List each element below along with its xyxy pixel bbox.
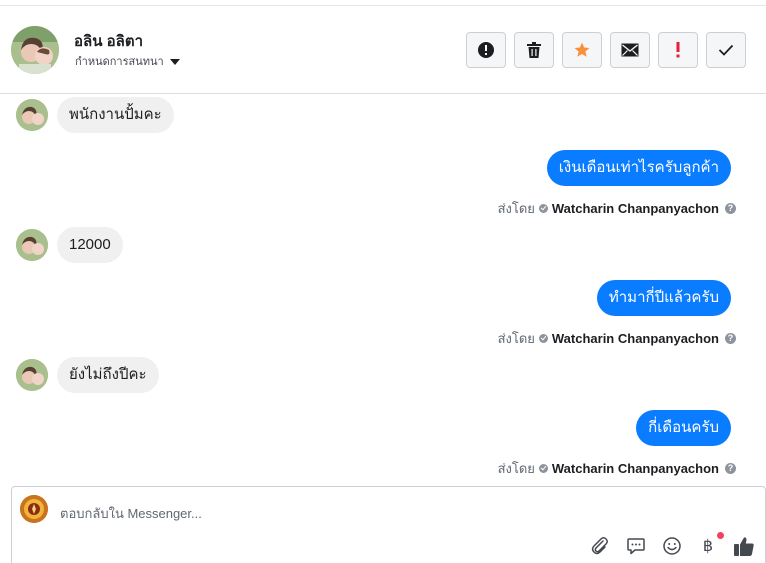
star-icon	[574, 42, 590, 57]
sent-by-label: ส่งโดย	[497, 331, 535, 346]
exclamation-circle-icon	[478, 42, 494, 58]
message-thread[interactable]: พนักงานปั้มคะ เงินเดือนเท่าไรครับลูกค้า …	[0, 95, 766, 481]
follow-up-button[interactable]	[658, 32, 698, 68]
incoming-bubble[interactable]: พนักงานปั้มคะ	[57, 97, 174, 133]
delete-button[interactable]	[514, 32, 554, 68]
notification-dot	[717, 532, 724, 539]
saved-reply-icon	[627, 538, 645, 555]
conversation-header: อลิน อลิตา กำหนดการสนทนา	[0, 6, 766, 94]
outgoing-message: ทำมากี่ปีแล้วครับ ส่งโดย Watcharin Chanp…	[498, 280, 736, 349]
incoming-bubble[interactable]: ยังไม่ถึงปีคะ	[57, 357, 159, 393]
incoming-message: ยังไม่ถึงปีคะ	[16, 357, 159, 393]
outgoing-message: เงินเดือนเท่าไรครับลูกค้า ส่งโดย Watchar…	[498, 150, 736, 219]
page-avatar	[20, 495, 48, 523]
assign-label: กำหนดการสนทนา	[75, 56, 164, 68]
outgoing-message: กี่เดือนครับ ส่งโดย Watcharin Chanpanyac…	[498, 410, 736, 479]
like-button[interactable]	[733, 535, 755, 557]
incoming-bubble[interactable]: 12000	[57, 227, 123, 263]
report-button[interactable]	[466, 32, 506, 68]
help-icon[interactable]: ?	[725, 463, 736, 474]
mark-done-button[interactable]	[706, 32, 746, 68]
mark-unread-button[interactable]	[610, 32, 650, 68]
check-circle-icon	[538, 204, 548, 213]
sender-name[interactable]: Watcharin Chanpanyachon	[552, 201, 719, 216]
outgoing-bubble[interactable]: ทำมากี่ปีแล้วครับ	[596, 280, 731, 316]
contact-avatar[interactable]	[11, 26, 59, 74]
help-icon[interactable]: ?	[725, 333, 736, 344]
contact-avatar-small	[16, 99, 48, 131]
emoji-icon	[663, 537, 681, 555]
emoji-button[interactable]	[661, 535, 683, 557]
assign-conversation-dropdown[interactable]: กำหนดการสนทนา	[75, 52, 180, 70]
check-circle-icon	[538, 464, 548, 473]
sent-by-line: ส่งโดย Watcharin Chanpanyachon ?	[498, 328, 736, 349]
conversation-actions	[466, 32, 746, 68]
sent-by-line: ส่งโดย Watcharin Chanpanyachon ?	[498, 198, 736, 219]
contact-avatar-small	[16, 229, 48, 261]
saved-replies-button[interactable]	[625, 535, 647, 557]
baht-payment-icon: ฿	[702, 536, 714, 555]
sent-by-label: ส่งโดย	[497, 461, 535, 476]
thumbs-up-icon	[734, 537, 754, 556]
payment-button[interactable]: ฿	[697, 532, 724, 557]
envelope-icon	[621, 43, 639, 57]
help-icon[interactable]: ?	[725, 203, 736, 214]
paperclip-icon	[591, 537, 608, 555]
checkmark-icon	[718, 44, 734, 56]
contact-name[interactable]: อลิน อลิตา	[74, 29, 143, 53]
red-exclamation-icon	[676, 42, 680, 58]
sender-name[interactable]: Watcharin Chanpanyachon	[552, 331, 719, 346]
trash-icon	[527, 42, 541, 58]
sent-by-line: ส่งโดย Watcharin Chanpanyachon ?	[498, 458, 736, 479]
sent-by-label: ส่งโดย	[497, 201, 535, 216]
incoming-message: 12000	[16, 227, 123, 263]
reply-input[interactable]: ตอบกลับใน Messenger...	[60, 503, 202, 524]
outgoing-bubble[interactable]: กี่เดือนครับ	[636, 410, 731, 446]
reply-composer: ตอบกลับใน Messenger... ฿	[11, 486, 766, 563]
star-button[interactable]	[562, 32, 602, 68]
contact-avatar-small	[16, 359, 48, 391]
check-circle-icon	[538, 334, 548, 343]
sender-name[interactable]: Watcharin Chanpanyachon	[552, 461, 719, 476]
attach-button[interactable]	[589, 535, 611, 557]
outgoing-bubble[interactable]: เงินเดือนเท่าไรครับลูกค้า	[546, 150, 731, 186]
caret-down-icon	[169, 58, 180, 65]
composer-toolbar: ฿	[589, 532, 755, 557]
incoming-message: พนักงานปั้มคะ	[16, 97, 174, 133]
